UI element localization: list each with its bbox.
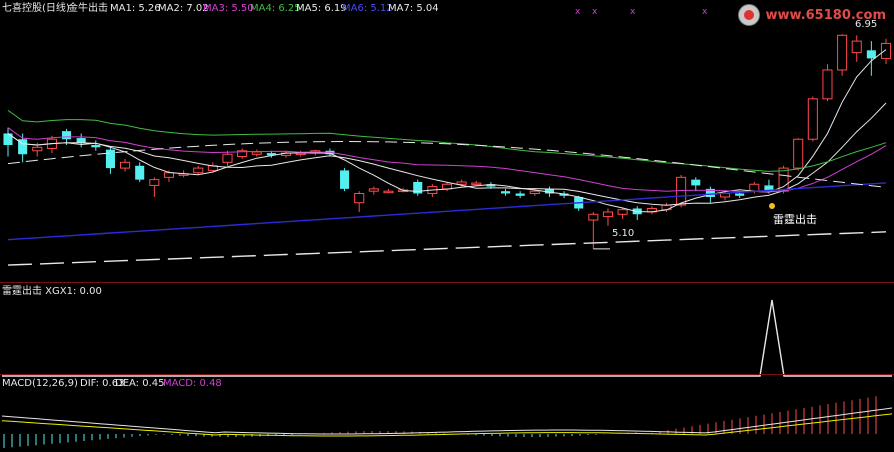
ma5-value: MA5: 6.19 [296,3,347,14]
candle-body-up [529,190,540,194]
ma2-value: MA2: 7.02 [158,3,209,14]
candle-body-up [120,161,131,169]
ma7-value: MA7: 5.04 [388,3,439,14]
candle-body-down [135,165,145,180]
candle-body-up [383,190,394,194]
ma6-value: MA6: 5.12 [342,3,393,14]
candle-body-down [61,131,72,140]
candle-body-down [76,138,86,143]
main-price-pane [3,34,892,250]
candle-body-up [149,179,160,186]
candle-body-up [251,151,262,155]
signal-pane-plot [2,299,892,377]
candle-body-up [354,192,365,204]
indicator-name: 金牛出击 [68,3,108,14]
macd-dea: DEA: 0.45 [115,378,165,389]
candle-body-up [822,69,833,100]
macd-pane-plot [1,396,893,448]
candle-body-down [735,193,745,196]
candle-body-down [340,170,350,189]
candle-body-up [441,183,453,190]
ma-line-green [7,109,887,172]
candle-body-up [471,182,482,186]
candle-body-up [837,34,848,71]
logo-icon [737,4,760,26]
candle-body-down [91,145,101,148]
marker-dot: x [630,7,636,17]
marker-dot: x [592,7,598,17]
candle-body-up [807,98,818,140]
ma1-value: MA1: 5.26 [110,3,161,14]
ma-line-blue [7,182,887,241]
candle-body-up [676,176,687,206]
candle-body-up [617,209,628,215]
ma3-value: MA3: 5.50 [203,3,254,14]
candle-body-up [602,211,614,218]
signal-marker-dot [769,203,775,209]
candle-body-up [793,138,804,169]
candle-body-down [500,191,511,194]
macd-name: MACD(12,26,9) [2,378,78,389]
candle-body-up [32,146,43,152]
pane-divider-main [0,282,894,283]
high-price-label: 6.95 [855,19,878,30]
stock-name: 七喜控股(日线) [2,3,70,14]
ma4-value: MA4: 6.25 [250,3,301,14]
marker-dot: x [575,7,581,17]
candle-body-up [163,172,175,178]
candle-body-down [515,193,525,196]
marker-dot: x [702,7,708,17]
candle-body-up [588,213,599,221]
ma-line-dashed-base [7,231,887,266]
candle-body-up [880,42,892,59]
candle-body-down [866,50,876,59]
candle-body-up [222,153,233,163]
candle-body-up [456,181,467,185]
signal-label: 雷霆出击 [773,213,817,226]
macd-value: MACD: 0.48 [163,378,222,389]
candle-body-up [193,167,204,174]
xgx1-line [2,299,892,377]
candle-body-up [749,183,760,192]
candle-body-up [851,40,862,54]
candle-body-down [691,179,701,186]
moving-average-lines [7,49,887,266]
candle-body-down [105,149,115,169]
dea-line [1,413,893,437]
pane-divider-signal [0,374,894,375]
signal-pane-legend: 雷霆出击 XGX1: 0.00 [2,286,102,297]
candle-body-up [368,188,379,192]
low-price-label: 5.10 [612,228,635,239]
